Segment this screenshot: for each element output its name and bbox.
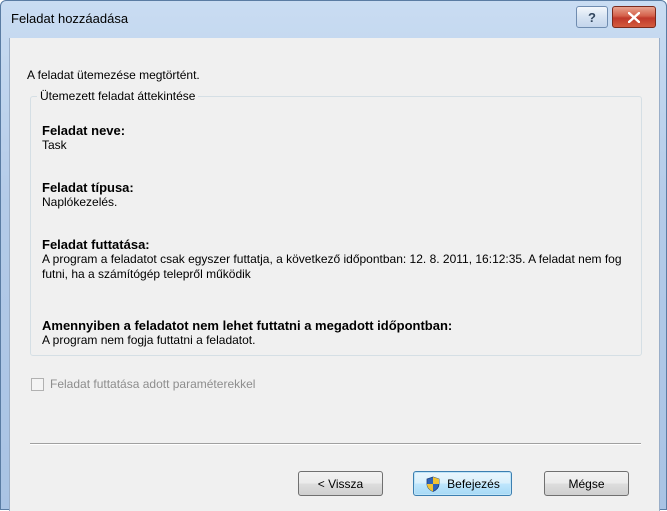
groupbox-title: Ütemezett feladat áttekintése <box>37 89 199 103</box>
field-value: A program nem fogja futtatni a feladatot… <box>42 333 256 347</box>
field-task-schedule: Feladat futtatása: A program a feladatot… <box>42 237 637 282</box>
finish-button-label: Befejezés <box>447 476 500 491</box>
cancel-button[interactable]: Mégse <box>544 471 629 496</box>
help-button[interactable]: ? <box>576 6 608 28</box>
cancel-button-label: Mégse <box>568 476 605 491</box>
field-label: Amennyiben a feladatot nem lehet futtatn… <box>42 318 453 333</box>
field-label: Feladat futtatása: <box>42 237 150 252</box>
field-value: Naplókezelés. <box>42 195 118 209</box>
field-value: Task <box>42 138 67 152</box>
summary-groupbox: Ütemezett feladat áttekintése Feladat ne… <box>30 89 642 356</box>
title-bar[interactable]: Feladat hozzáadása ? <box>1 1 666 39</box>
field-task-name: Feladat neve: Task <box>42 123 637 153</box>
back-button[interactable]: < Vissza <box>298 471 383 496</box>
field-label: Feladat típusa: <box>42 180 134 195</box>
window-title: Feladat hozzáadása <box>11 11 129 26</box>
field-label: Feladat neve: <box>42 123 126 138</box>
close-icon <box>628 11 640 23</box>
field-missed-run: Amennyiben a feladatot nem lehet futtatn… <box>42 318 637 348</box>
back-button-label: < Vissza <box>317 476 364 491</box>
finish-button[interactable]: Befejezés <box>413 471 512 496</box>
status-message: A feladat ütemezése megtörtént. <box>27 68 200 82</box>
separator <box>30 443 641 445</box>
checkbox-label: Feladat futtatása adott paraméterekkel <box>50 377 256 391</box>
dialog-content: A feladat ütemezése megtörtént. Ütemezet… <box>9 38 660 511</box>
field-value: A program a feladatot csak egyszer futta… <box>42 252 622 281</box>
close-button[interactable] <box>612 6 656 28</box>
uac-shield-icon <box>426 476 440 492</box>
dialog-window: Feladat hozzáadása ? A feladat ütemezése… <box>0 0 667 511</box>
help-icon: ? <box>588 9 596 25</box>
run-with-params-option: Feladat futtatása adott paraméterekkel <box>31 377 255 391</box>
run-with-params-checkbox[interactable] <box>31 377 44 391</box>
field-task-type: Feladat típusa: Naplókezelés. <box>42 180 637 210</box>
